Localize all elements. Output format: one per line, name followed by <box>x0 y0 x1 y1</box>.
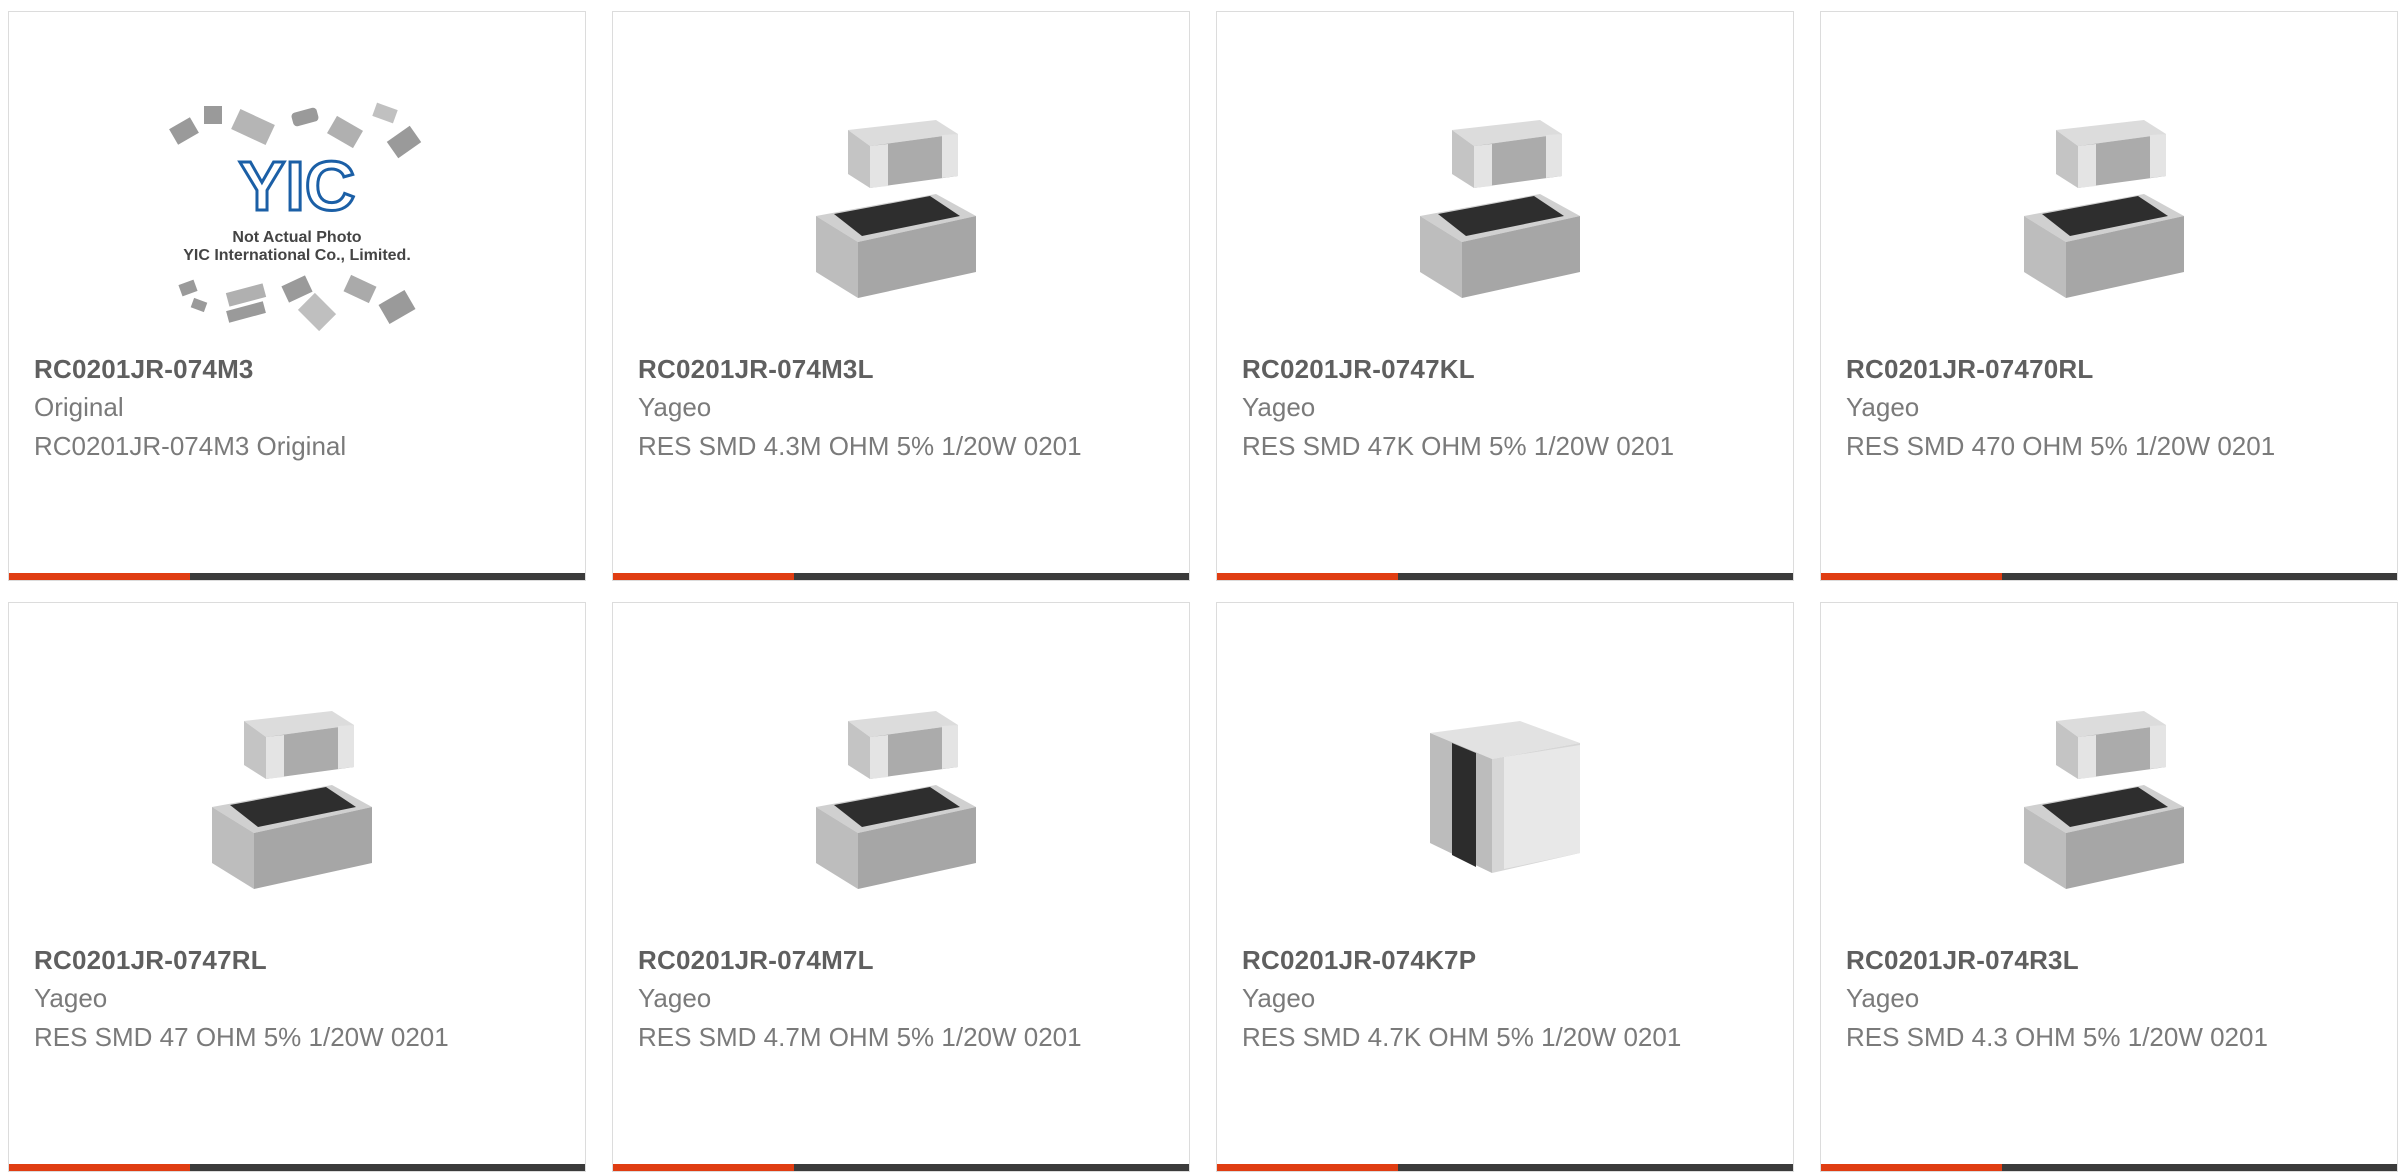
card-bottom-bar <box>9 573 585 580</box>
card-bottom-bar <box>9 1164 585 1171</box>
product-image[interactable] <box>1217 653 1793 953</box>
product-image[interactable] <box>1217 62 1793 362</box>
product-card[interactable]: RC0201JR-074M7L Yageo RES SMD 4.7M OHM 5… <box>612 602 1190 1172</box>
part-number[interactable]: RC0201JR-074M3 <box>34 354 254 385</box>
part-number[interactable]: RC0201JR-07470RL <box>1846 354 2093 385</box>
chip-resistor-icon <box>2024 711 2184 889</box>
product-image[interactable] <box>613 62 1189 362</box>
product-image[interactable]: YIC Not Actual Photo YIC International C… <box>9 62 585 362</box>
product-card[interactable]: RC0201JR-074R3L Yageo RES SMD 4.3 OHM 5%… <box>1820 602 2398 1172</box>
part-number[interactable]: RC0201JR-074M3L <box>638 354 874 385</box>
part-number[interactable]: RC0201JR-074K7P <box>1242 945 1476 976</box>
product-card[interactable]: RC0201JR-0747KL Yageo RES SMD 47K OHM 5%… <box>1216 11 1794 581</box>
card-accent-bar <box>1217 573 1398 580</box>
manufacturer: Original <box>34 392 124 422</box>
part-number[interactable]: RC0201JR-0747RL <box>34 945 267 976</box>
manufacturer: Yageo <box>638 983 712 1013</box>
svg-text:Not Actual Photo: Not Actual Photo <box>232 229 361 246</box>
chip-resistor-icon <box>1420 120 1580 298</box>
chip-resistor-angled-icon <box>1430 721 1580 873</box>
description: RES SMD 4.3 OHM 5% 1/20W 0201 <box>1846 1022 2268 1052</box>
card-accent-bar <box>1821 1164 2002 1171</box>
manufacturer: Yageo <box>1242 392 1316 422</box>
chip-resistor-icon <box>816 711 976 889</box>
description: RES SMD 47 OHM 5% 1/20W 0201 <box>34 1022 449 1052</box>
card-bottom-bar <box>613 573 1189 580</box>
product-card[interactable]: YIC Not Actual Photo YIC International C… <box>8 11 586 581</box>
description: RES SMD 4.3M OHM 5% 1/20W 0201 <box>638 431 1082 461</box>
part-number[interactable]: RC0201JR-074M7L <box>638 945 874 976</box>
card-accent-bar <box>9 573 190 580</box>
manufacturer: Yageo <box>1846 392 1920 422</box>
chip-resistor-icon <box>212 711 372 889</box>
product-grid: YIC Not Actual Photo YIC International C… <box>8 11 2400 1172</box>
card-bottom-bar <box>613 1164 1189 1171</box>
product-image[interactable] <box>1821 653 2397 953</box>
description: RES SMD 470 OHM 5% 1/20W 0201 <box>1846 431 2276 461</box>
card-bottom-bar <box>1217 1164 1793 1171</box>
chip-resistor-icon <box>2024 120 2184 298</box>
part-number[interactable]: RC0201JR-074R3L <box>1846 945 2079 976</box>
card-accent-bar <box>9 1164 190 1171</box>
card-bottom-bar <box>1821 1164 2397 1171</box>
card-bottom-bar <box>1821 573 2397 580</box>
product-card[interactable]: RC0201JR-0747RL Yageo RES SMD 47 OHM 5% … <box>8 602 586 1172</box>
description: RES SMD 4.7M OHM 5% 1/20W 0201 <box>638 1022 1082 1052</box>
product-image[interactable] <box>9 653 585 953</box>
manufacturer: Yageo <box>638 392 712 422</box>
card-accent-bar <box>1217 1164 1398 1171</box>
product-image[interactable] <box>613 653 1189 953</box>
card-bottom-bar <box>1217 573 1793 580</box>
description: RC0201JR-074M3 Original <box>34 431 347 461</box>
card-accent-bar <box>1821 573 2002 580</box>
product-card[interactable]: RC0201JR-074K7P Yageo RES SMD 4.7K OHM 5… <box>1216 602 1794 1172</box>
product-card[interactable]: RC0201JR-074M3L Yageo RES SMD 4.3M OHM 5… <box>612 11 1190 581</box>
part-number[interactable]: RC0201JR-0747KL <box>1242 354 1475 385</box>
manufacturer: Yageo <box>1242 983 1316 1013</box>
card-accent-bar <box>613 1164 794 1171</box>
logo-text: YIC <box>239 147 356 225</box>
chip-resistor-icon <box>816 120 976 298</box>
description: RES SMD 47K OHM 5% 1/20W 0201 <box>1242 431 1675 461</box>
manufacturer: Yageo <box>1846 983 1920 1013</box>
svg-text:YIC International Co., Limited: YIC International Co., Limited. <box>183 247 411 264</box>
product-image[interactable] <box>1821 62 2397 362</box>
not-actual-photo-icon: YIC Not Actual Photo YIC International C… <box>169 102 422 332</box>
manufacturer: Yageo <box>34 983 108 1013</box>
card-accent-bar <box>613 573 794 580</box>
description: RES SMD 4.7K OHM 5% 1/20W 0201 <box>1242 1022 1682 1052</box>
product-card[interactable]: RC0201JR-07470RL Yageo RES SMD 470 OHM 5… <box>1820 11 2398 581</box>
